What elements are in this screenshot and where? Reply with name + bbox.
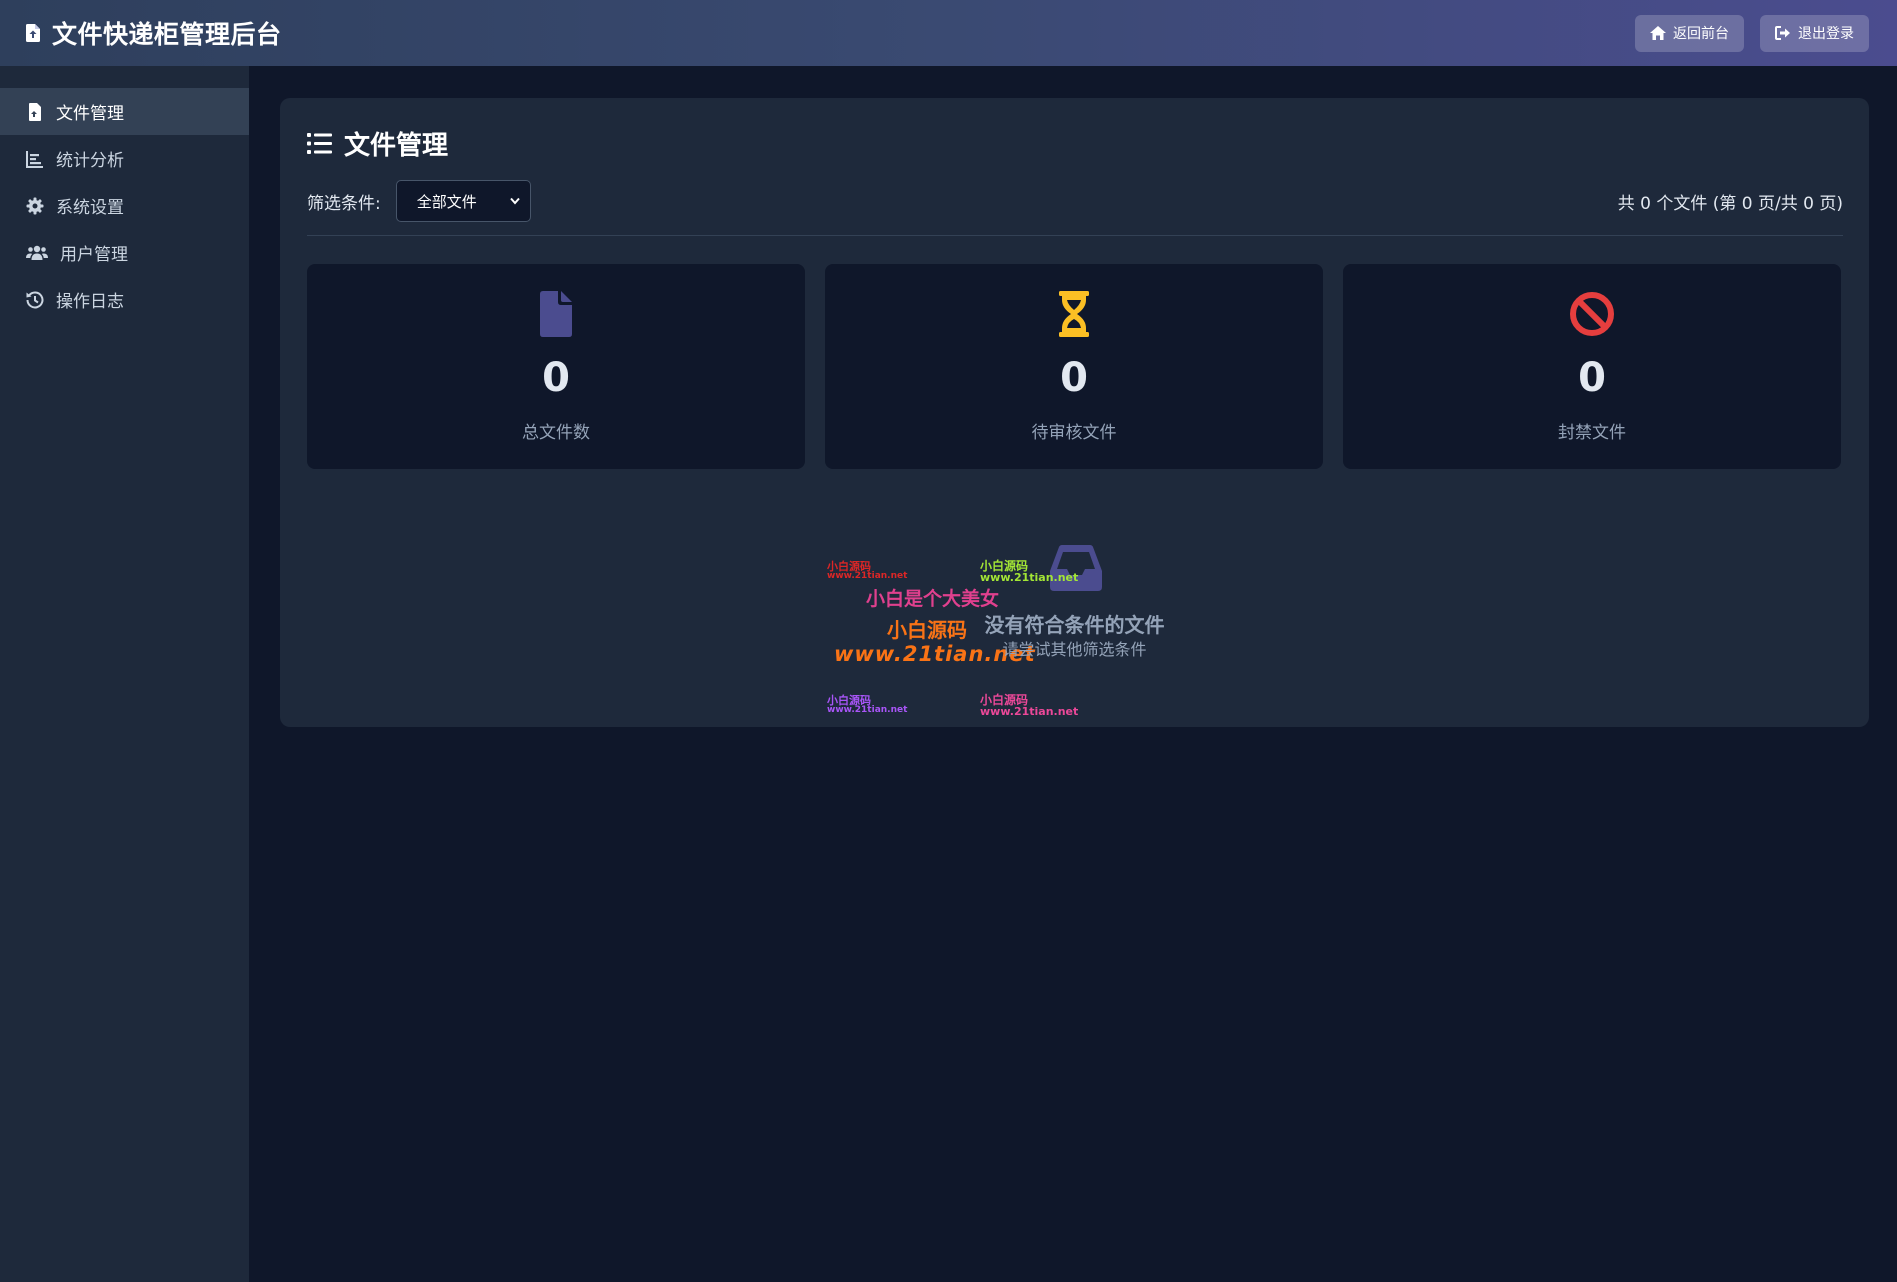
history-icon xyxy=(26,290,44,308)
watermark-text: www.21tian.net xyxy=(980,571,1079,584)
chevron-down-icon xyxy=(509,197,520,205)
file-upload-icon xyxy=(26,24,40,42)
file-management-panel: 文件管理 筛选条件: 全部文件 共 0 个文件 (第 0 页/共 0 页) 0 xyxy=(280,98,1869,727)
filter-selected-value: 全部文件 xyxy=(416,192,477,211)
watermark: 小白是个大美女 xyxy=(866,590,999,609)
stat-label: 封禁文件 xyxy=(1558,423,1626,443)
watermark: 小白源码 www.21tian.net xyxy=(827,695,907,715)
sidebar-item-label: 操作日志 xyxy=(56,292,124,312)
sidebar-item-statistics[interactable]: 统计分析 xyxy=(0,135,249,182)
stat-label: 待审核文件 xyxy=(1031,423,1117,443)
users-icon xyxy=(26,245,48,260)
sidebar-item-system-settings[interactable]: 系统设置 xyxy=(0,182,249,229)
gear-icon xyxy=(26,197,44,214)
logout-button[interactable]: 退出登录 xyxy=(1760,14,1869,52)
watermark-text: www.21tian.net xyxy=(827,705,908,715)
ban-icon xyxy=(1570,292,1614,336)
sidebar-item-user-management[interactable]: 用户管理 xyxy=(0,229,249,276)
page-title: 文件管理 xyxy=(307,125,448,162)
stats-row: 0 总文件数 0 待审核文件 0 封禁文件 xyxy=(307,264,1841,469)
watermark-text: www.21tian.net xyxy=(980,705,1079,718)
sidebar-item-label: 用户管理 xyxy=(60,245,128,265)
list-icon xyxy=(307,133,332,154)
sidebar-item-operation-log[interactable]: 操作日志 xyxy=(0,276,249,323)
stat-card-banned-files: 0 封禁文件 xyxy=(1343,264,1841,469)
stat-value: 0 xyxy=(542,355,570,401)
page-title-text: 文件管理 xyxy=(344,131,449,161)
hourglass-icon xyxy=(1059,291,1089,337)
chart-icon xyxy=(26,150,43,168)
sidebar-item-label: 系统设置 xyxy=(56,198,124,218)
file-icon xyxy=(29,102,41,121)
sidebar: 文件管理 统计分析 系统设置 用户管理 操作日志 xyxy=(0,66,249,1282)
watermark: 小白源码 www.21tian.net xyxy=(980,560,1078,583)
watermark: 小白源码 www.21tian.net xyxy=(980,694,1078,717)
file-icon xyxy=(540,291,572,337)
divider xyxy=(307,235,1843,236)
sidebar-item-label: 统计分析 xyxy=(56,151,124,171)
logout-label: 退出登录 xyxy=(1798,25,1854,41)
stat-value: 0 xyxy=(1578,355,1606,401)
stat-label: 总文件数 xyxy=(522,423,590,443)
empty-state-subtitle: 请尝试其他筛选条件 xyxy=(1002,640,1147,659)
watermark-text: 小白是个大美女 xyxy=(866,588,1000,610)
sidebar-item-file-management[interactable]: 文件管理 xyxy=(0,88,249,135)
watermark-text: www.21tian.net xyxy=(827,571,908,581)
sidebar-item-label: 文件管理 xyxy=(56,104,124,124)
back-to-front-button[interactable]: 返回前台 xyxy=(1635,14,1744,52)
watermark: 小白源码 www.21tian.net xyxy=(827,561,907,581)
back-to-front-label: 返回前台 xyxy=(1673,25,1729,41)
stat-card-total-files: 0 总文件数 xyxy=(307,264,805,469)
top-header: 文件快递柜管理后台 返回前台 退出登录 xyxy=(0,0,1897,66)
stat-value: 0 xyxy=(1060,355,1088,401)
app-title: 文件快递柜管理后台 xyxy=(52,20,282,49)
brand: 文件快递柜管理后台 xyxy=(26,15,282,51)
sign-out-icon xyxy=(1775,26,1790,40)
file-count-summary: 共 0 个文件 (第 0 页/共 0 页) xyxy=(1617,193,1843,214)
empty-state-title: 没有符合条件的文件 xyxy=(984,613,1165,637)
home-icon xyxy=(1650,26,1666,40)
stat-card-pending-files: 0 待审核文件 xyxy=(825,264,1323,469)
filter-select[interactable]: 全部文件 xyxy=(395,180,531,222)
filter-label: 筛选条件: xyxy=(307,193,381,214)
empty-state: 小白源码 www.21tian.net 小白源码 www.21tian.net … xyxy=(280,545,1869,717)
filter-bar: 筛选条件: 全部文件 共 0 个文件 (第 0 页/共 0 页) xyxy=(307,180,1843,222)
